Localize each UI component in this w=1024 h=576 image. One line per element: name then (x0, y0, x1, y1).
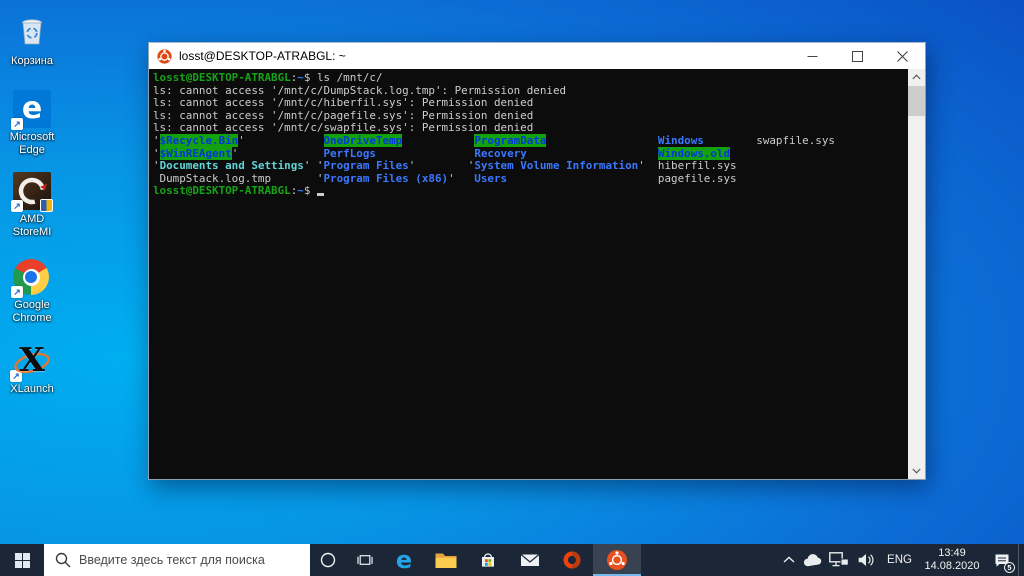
taskbar-search-box[interactable] (44, 544, 310, 576)
clock-date: 14.08.2020 (924, 560, 979, 573)
tray-expand-button[interactable] (778, 544, 800, 576)
taskbar-pin-office[interactable] (551, 544, 593, 576)
desktop-icon-google-chrome[interactable]: ↗ Google Chrome (0, 258, 64, 325)
tray-volume-button[interactable] (853, 544, 881, 576)
scroll-up-button[interactable] (908, 69, 925, 85)
taskbar-pin-mail[interactable] (509, 544, 551, 576)
file-explorer-icon (435, 551, 457, 569)
action-center-button[interactable]: 5 (986, 544, 1018, 576)
close-icon (897, 51, 908, 62)
minimize-icon (807, 51, 818, 62)
window-title: losst@DESKTOP-ATRABGL: ~ (179, 49, 346, 63)
shortcut-arrow-icon: ↗ (11, 118, 23, 130)
xlaunch-icon: X (12, 340, 52, 380)
terminal-titlebar[interactable]: losst@DESKTOP-ATRABGL: ~ (149, 43, 925, 69)
taskbar: e (0, 544, 1024, 576)
cortana-button[interactable] (310, 544, 346, 576)
start-button[interactable] (0, 544, 44, 576)
scrollbar-thumb[interactable] (908, 86, 925, 116)
desktop-icon-label: AMD StoreMI (0, 213, 64, 239)
store-icon (479, 551, 497, 569)
desktop-icon-recycle-bin[interactable]: Корзина (0, 8, 64, 68)
network-icon (829, 552, 849, 568)
scroll-down-button[interactable] (908, 463, 925, 479)
tray-clock[interactable]: 13:49 14.08.2020 (918, 544, 986, 576)
show-desktop-button[interactable] (1018, 544, 1024, 576)
tray-network-button[interactable] (825, 544, 853, 576)
onedrive-cloud-icon (803, 553, 823, 567)
terminal-body[interactable]: losst@DESKTOP-ATRABGL:~$ ls /mnt/c/ls: c… (149, 69, 925, 479)
notification-badge: 5 (1004, 562, 1015, 573)
search-input[interactable] (79, 553, 310, 567)
shortcut-arrow-icon: ↗ (11, 200, 23, 212)
maximize-button[interactable] (835, 43, 880, 69)
windows-logo-icon (15, 553, 30, 568)
tray-onedrive-button[interactable] (800, 544, 825, 576)
tray-language-indicator[interactable]: ENG (881, 544, 918, 576)
recycle-bin-icon (12, 8, 52, 52)
edge-icon: e (396, 549, 412, 571)
search-icon (55, 552, 71, 568)
desktop-icon-label: Google Chrome (0, 299, 64, 325)
minimize-button[interactable] (790, 43, 835, 69)
shortcut-arrow-icon: ↗ (11, 286, 23, 298)
maximize-icon (852, 51, 863, 62)
desktop-icon-label: Корзина (11, 55, 53, 68)
taskbar-pin-microsoft-store[interactable] (467, 544, 509, 576)
taskbar-pin-edge[interactable]: e (383, 544, 425, 576)
terminal-output: losst@DESKTOP-ATRABGL:~$ ls /mnt/c/ls: c… (153, 72, 835, 198)
cortana-icon (320, 552, 336, 568)
chevron-up-icon (782, 554, 796, 566)
taskbar-pin-file-explorer[interactable] (425, 544, 467, 576)
amd-shield-badge (40, 199, 53, 212)
task-view-icon (357, 552, 373, 568)
close-button[interactable] (880, 43, 925, 69)
scroll-down-icon (912, 468, 921, 474)
desktop-icon-label: Microsoft Edge (0, 131, 64, 157)
desktop-icon-label: XLaunch (10, 383, 53, 396)
terminal-window: losst@DESKTOP-ATRABGL: ~ losst@DESKTOP-A… (148, 42, 926, 480)
ubuntu-icon (606, 549, 628, 571)
system-tray: ENG 13:49 14.08.2020 5 (778, 544, 1024, 576)
desktop-icon-xlaunch[interactable]: X ↗ XLaunch (0, 340, 64, 396)
mail-icon (520, 552, 540, 568)
ubuntu-icon (157, 49, 172, 64)
scroll-up-icon (912, 74, 921, 80)
desktop-icon-amd-storemi[interactable]: ↗ AMD StoreMI (0, 172, 64, 239)
taskbar-pin-ubuntu-active[interactable] (593, 544, 641, 576)
clock-time: 13:49 (938, 547, 966, 560)
task-view-button[interactable] (346, 544, 383, 576)
terminal-scrollbar[interactable] (908, 69, 925, 479)
office-icon (562, 550, 582, 570)
speaker-icon (858, 553, 876, 567)
terminal-line: losst@DESKTOP-ATRABGL:~$ (153, 185, 835, 198)
desktop-icon-microsoft-edge[interactable]: e ↗ Microsoft Edge (0, 90, 64, 157)
